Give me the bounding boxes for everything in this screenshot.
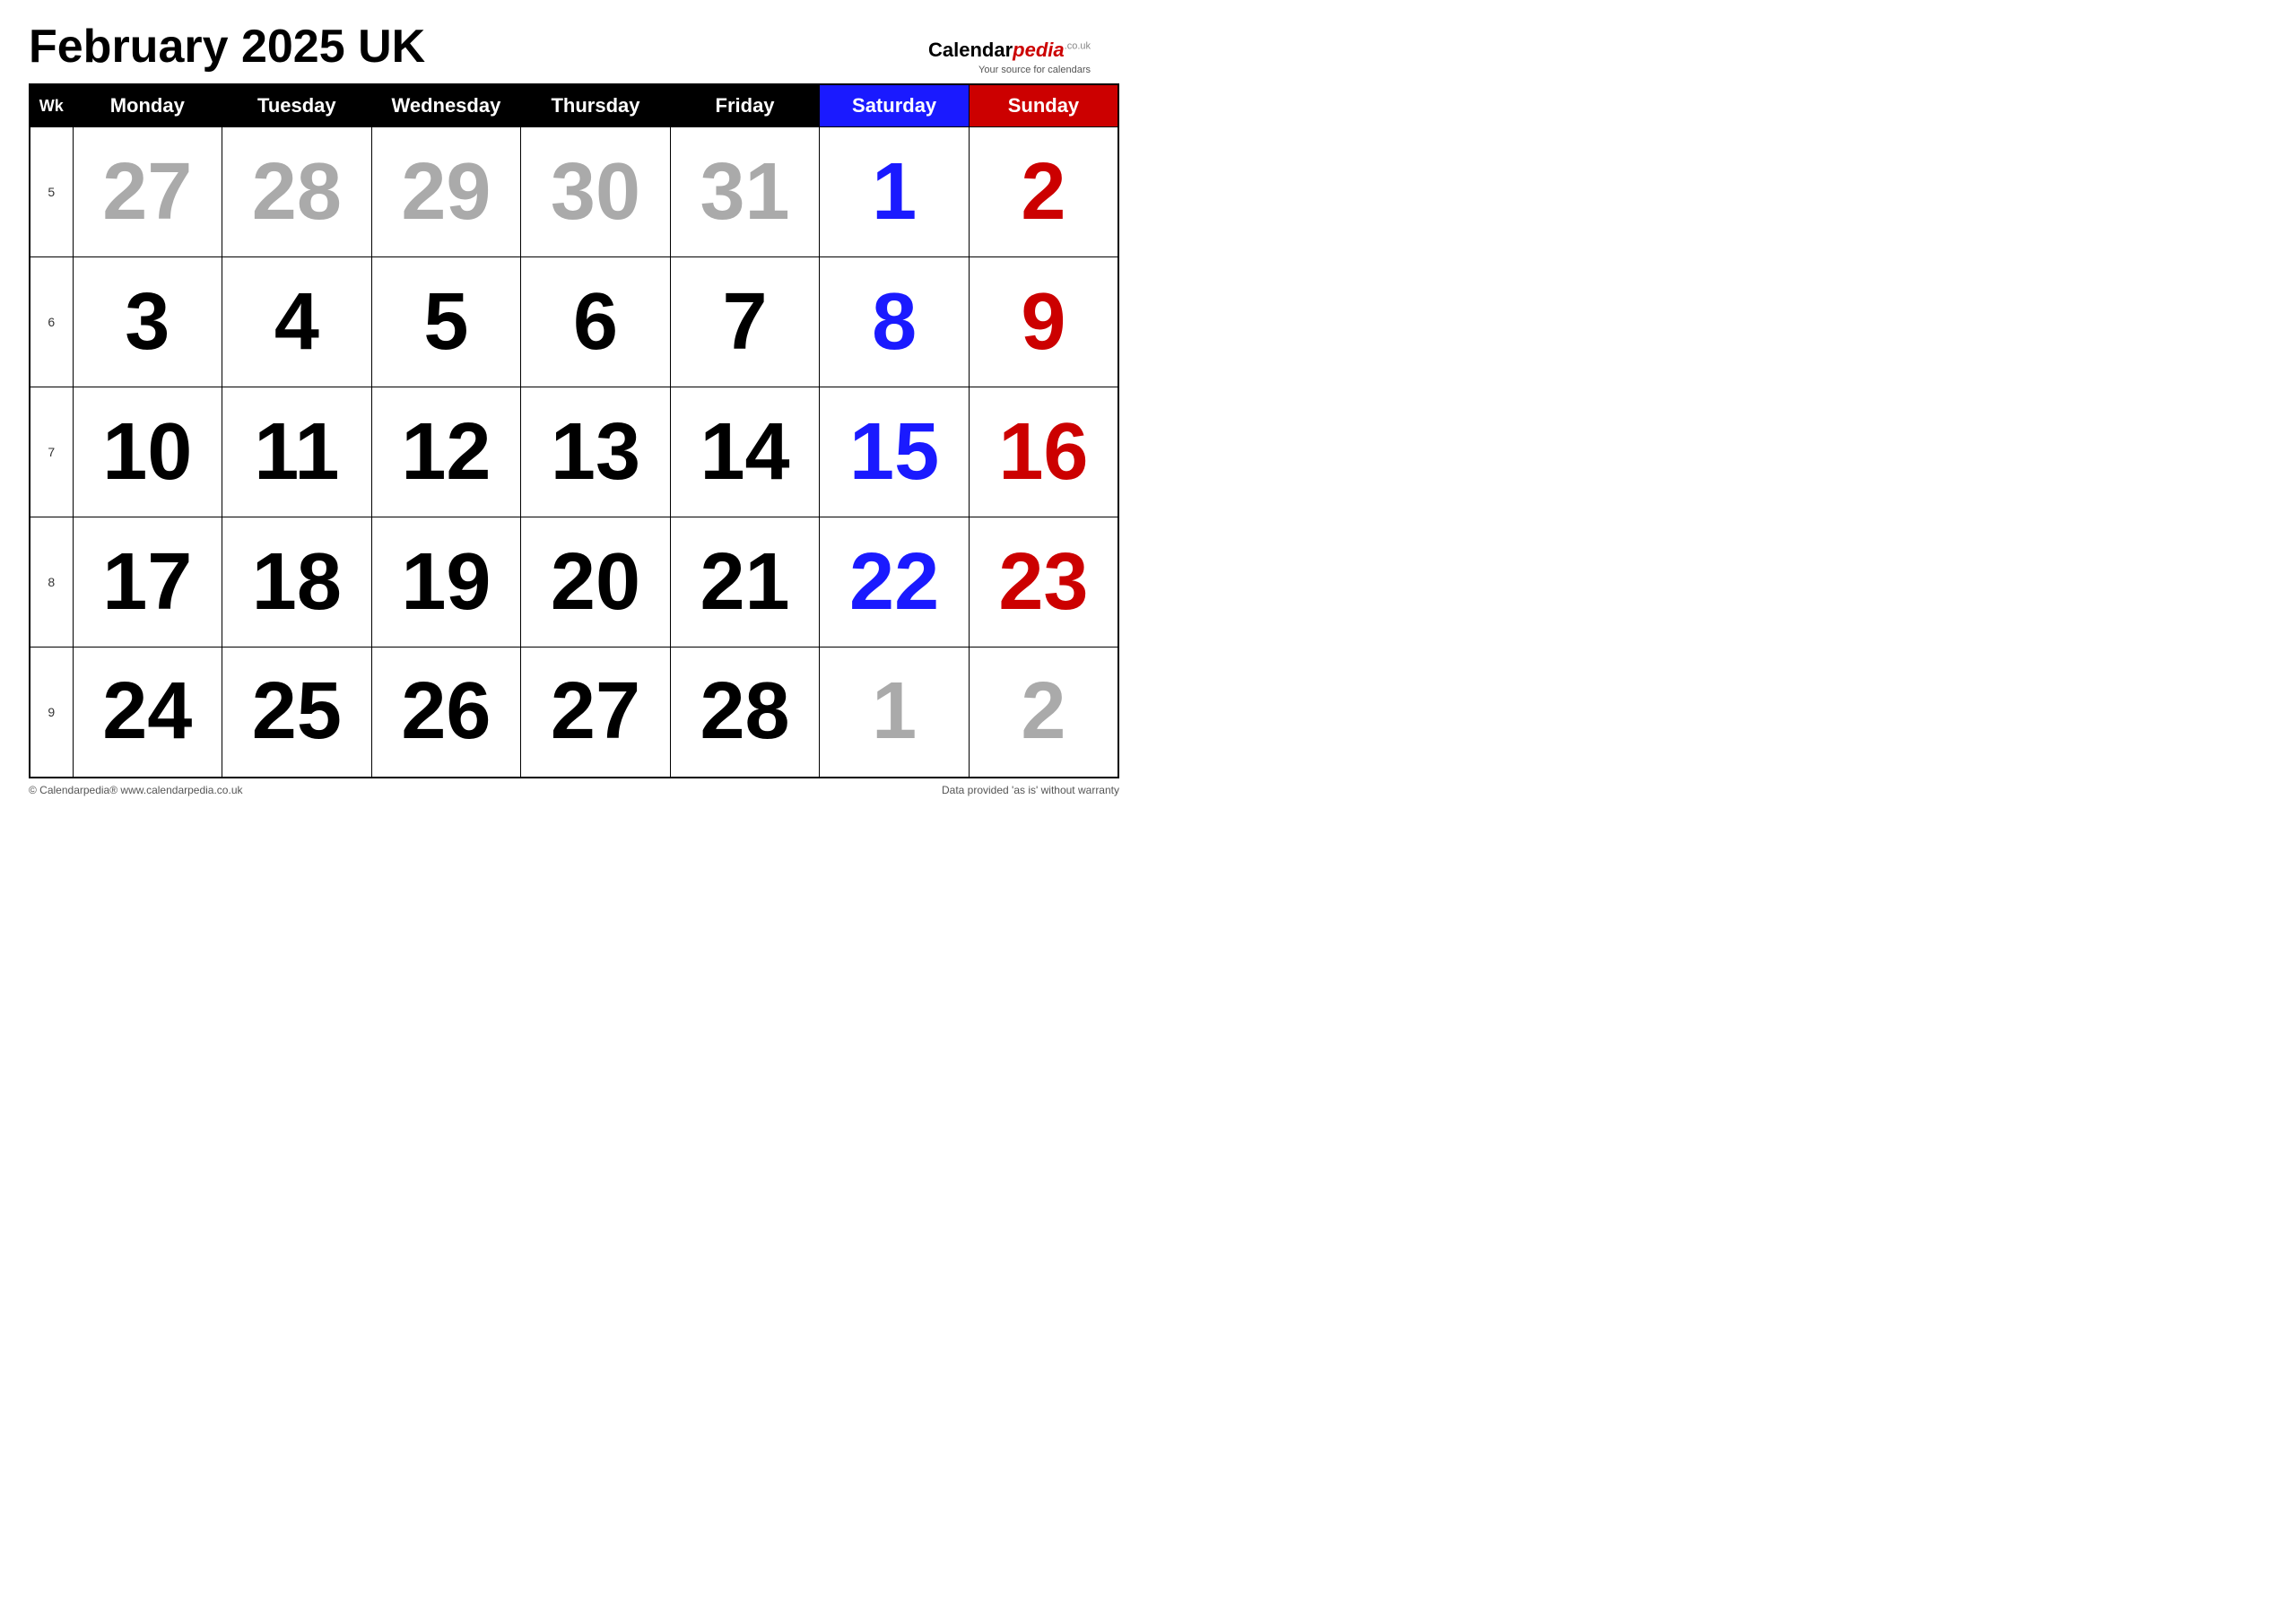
day-cell: 5 (371, 257, 521, 387)
week-row: 710111213141516 (30, 387, 1118, 517)
header-monday: Monday (73, 84, 222, 127)
day-cell: 8 (820, 257, 970, 387)
day-cell: 26 (371, 648, 521, 778)
day-cell: 28 (222, 127, 372, 257)
header-saturday: Saturday (820, 84, 970, 127)
day-cell: 11 (222, 387, 372, 517)
footer: © Calendarpedia® www.calendarpedia.co.uk… (29, 784, 1119, 796)
day-cell: 12 (371, 387, 521, 517)
day-cell: 2 (969, 648, 1118, 778)
day-cell: 27 (521, 648, 671, 778)
day-cell: 17 (73, 517, 222, 648)
logo: Calendarpedia.co.uk Your source for cale… (928, 38, 1091, 76)
day-cell: 29 (371, 127, 521, 257)
day-cell: 23 (969, 517, 1118, 648)
day-cell: 6 (521, 257, 671, 387)
day-cell: 13 (521, 387, 671, 517)
header-wednesday: Wednesday (371, 84, 521, 127)
day-cell: 31 (670, 127, 820, 257)
week-row: 63456789 (30, 257, 1118, 387)
day-cell: 18 (222, 517, 372, 648)
week-number: 6 (30, 257, 73, 387)
calendar-table: Wk Monday Tuesday Wednesday Thursday Fri… (29, 83, 1119, 778)
day-cell: 28 (670, 648, 820, 778)
day-cell: 15 (820, 387, 970, 517)
day-cell: 22 (820, 517, 970, 648)
day-cell: 4 (222, 257, 372, 387)
day-cell: 27 (73, 127, 222, 257)
day-cell: 21 (670, 517, 820, 648)
day-cell: 19 (371, 517, 521, 648)
day-cell: 10 (73, 387, 222, 517)
day-cell: 24 (73, 648, 222, 778)
footer-left: © Calendarpedia® www.calendarpedia.co.uk (29, 784, 243, 796)
day-cell: 1 (820, 127, 970, 257)
day-cell: 14 (670, 387, 820, 517)
header-wk: Wk (30, 84, 73, 127)
day-cell: 2 (969, 127, 1118, 257)
footer-right: Data provided 'as is' without warranty (942, 784, 1119, 796)
day-cell: 7 (670, 257, 820, 387)
header-sunday: Sunday (969, 84, 1118, 127)
header-thursday: Thursday (521, 84, 671, 127)
week-number: 7 (30, 387, 73, 517)
header-friday: Friday (670, 84, 820, 127)
week-row: 817181920212223 (30, 517, 1118, 648)
week-number: 8 (30, 517, 73, 648)
week-number: 9 (30, 648, 73, 778)
day-cell: 1 (820, 648, 970, 778)
week-number: 5 (30, 127, 73, 257)
week-row: 5272829303112 (30, 127, 1118, 257)
header-row: Wk Monday Tuesday Wednesday Thursday Fri… (30, 84, 1118, 127)
day-cell: 25 (222, 648, 372, 778)
week-row: 9242526272812 (30, 648, 1118, 778)
day-cell: 3 (73, 257, 222, 387)
day-cell: 20 (521, 517, 671, 648)
day-cell: 16 (969, 387, 1118, 517)
header-tuesday: Tuesday (222, 84, 372, 127)
day-cell: 30 (521, 127, 671, 257)
day-cell: 9 (969, 257, 1118, 387)
